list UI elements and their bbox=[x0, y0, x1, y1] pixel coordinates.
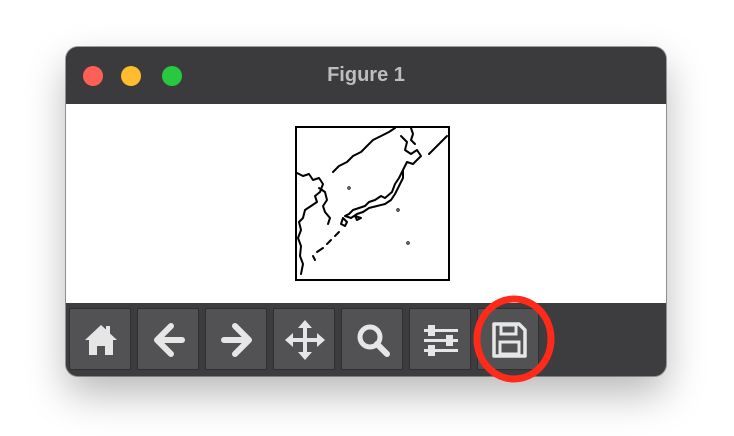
zoom-button[interactable] bbox=[341, 308, 403, 370]
move-icon bbox=[285, 320, 325, 360]
navigation-toolbar bbox=[66, 303, 666, 376]
window-title: Figure 1 bbox=[327, 64, 405, 86]
pan-button[interactable] bbox=[273, 308, 335, 370]
arrow-left-icon bbox=[154, 323, 185, 357]
home-button[interactable] bbox=[69, 308, 131, 370]
sliders-icon bbox=[424, 325, 458, 356]
back-button[interactable] bbox=[137, 308, 199, 370]
forward-button[interactable] bbox=[205, 308, 267, 370]
home-icon bbox=[85, 325, 117, 355]
arrow-right-icon bbox=[221, 323, 252, 357]
save-highlight-circle bbox=[473, 295, 555, 383]
configure-subplots-button[interactable] bbox=[409, 308, 471, 370]
magnifier-icon bbox=[357, 324, 390, 357]
figure-window: Figure 1 bbox=[66, 47, 666, 376]
map-axes bbox=[295, 126, 450, 281]
figure-canvas[interactable] bbox=[66, 104, 666, 303]
title-bar[interactable]: Figure 1 bbox=[66, 47, 666, 104]
